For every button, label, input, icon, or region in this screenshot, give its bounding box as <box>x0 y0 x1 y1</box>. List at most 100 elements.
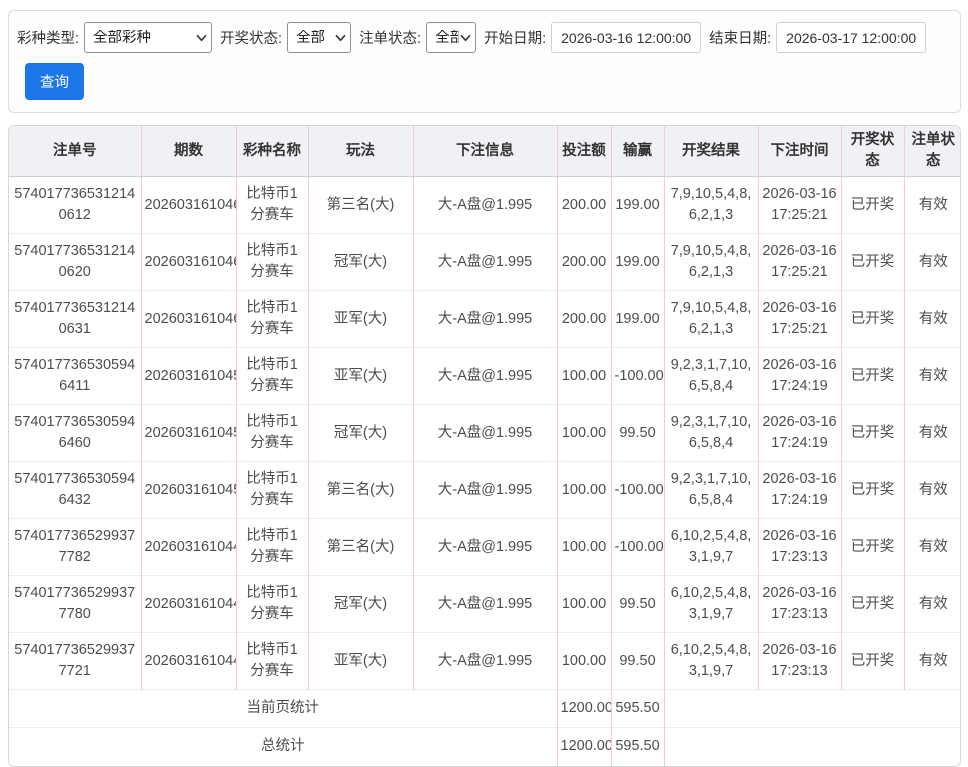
column-header-bet_time: 下注时间 <box>757 126 841 178</box>
cell-win_loss: 199.00 <box>610 176 664 234</box>
order-status-select[interactable]: 全部 <box>426 22 477 53</box>
cell-period: 202603161046 <box>140 233 236 291</box>
cell-draw_result: 7,9,10,5,4,8,6,2,1,3 <box>663 176 758 234</box>
lottery-type-label: 彩种类型: <box>17 31 80 47</box>
cell-bet_time: 2026-03-16 17:23:13 <box>757 518 841 576</box>
cell-bet_time: 2026-03-16 17:24:19 <box>757 461 841 519</box>
column-header-bet_amount: 投注额 <box>556 126 611 178</box>
column-header-draw_result: 开奖结果 <box>663 126 758 178</box>
cell-bet_time: 2026-03-16 17:25:21 <box>757 176 841 234</box>
cell-draw_result: 9,2,3,1,7,10,6,5,8,4 <box>663 347 758 405</box>
cell-order_id: 5740177365312140612 <box>14 186 136 224</box>
draw-status-label: 开奖状态: <box>220 31 283 47</box>
cell-period: 202603161045 <box>140 347 236 405</box>
cell-bet_amount: 200.00 <box>556 290 611 348</box>
cell-draw_status: 已开奖 <box>840 518 904 576</box>
cell-bet_amount: 200.00 <box>556 176 611 234</box>
table-row: 5740177365312140620 202603161046 比特币1分赛车 冠军… <box>9 233 960 291</box>
end-date-input[interactable] <box>776 22 927 53</box>
summary-win-loss: 595.50 <box>610 689 664 728</box>
column-header-lottery_name: 彩种名称 <box>235 126 308 178</box>
order-status-label: 注单状态: <box>359 31 422 47</box>
cell-play: 冠军(大) <box>307 404 413 462</box>
start-date-input[interactable] <box>551 22 702 53</box>
cell-draw_status: 已开奖 <box>840 632 904 690</box>
cell-lottery_name: 比特币1分赛车 <box>235 347 308 405</box>
cell-draw_result: 7,9,10,5,4,8,6,2,1,3 <box>663 233 758 291</box>
table-row: 5740177365299377721 202603161044 比特币1分赛车 亚军… <box>9 632 960 690</box>
cell-bet_amount: 100.00 <box>556 404 611 462</box>
cell-win_loss: -100.00 <box>610 461 664 519</box>
column-header-order_id: 注单号 <box>9 126 141 178</box>
cell-draw_status: 已开奖 <box>840 575 904 633</box>
cell-order_status: 有效 <box>903 233 960 291</box>
cell-bet_info: 大-A盘@1.995 <box>412 347 557 405</box>
cell-order_id: 5740177365299377721 <box>9 632 141 690</box>
cell-draw_status: 已开奖 <box>840 461 904 519</box>
cell-lottery_name: 比特币1分赛车 <box>235 518 308 576</box>
summary-empty <box>663 727 960 766</box>
cell-order_status: 有效 <box>903 632 960 690</box>
cell-draw_result: 6,10,2,5,4,8,3,1,9,7 <box>663 575 758 633</box>
draw-status-select[interactable]: 全部 <box>287 22 352 53</box>
cell-play: 第三名(大) <box>307 176 413 234</box>
cell-bet_info: 大-A盘@1.995 <box>412 461 557 519</box>
cell-win_loss: -100.00 <box>610 518 664 576</box>
summary-empty <box>663 689 960 728</box>
cell-draw_result: 6,10,2,5,4,8,3,1,9,7 <box>663 632 758 690</box>
cell-win_loss: 199.00 <box>610 233 664 291</box>
bets-table-container: 注单号 期数 彩种名称 玩法 下注信息 投注额 输赢 开奖结果 下注时间 开奖状态 注单状态 574… <box>8 125 961 767</box>
cell-draw_result: 6,10,2,5,4,8,3,1,9,7 <box>663 518 758 576</box>
cell-win_loss: 99.50 <box>610 404 664 462</box>
cell-bet_amount: 100.00 <box>556 518 611 576</box>
cell-order_id: 5740177365299377782 <box>9 518 141 576</box>
table-row: 5740177365305946460 202603161045 比特币1分赛车 冠军… <box>9 404 960 462</box>
cell-win_loss: 99.50 <box>610 575 664 633</box>
cell-bet_time: 2026-03-16 17:23:13 <box>757 575 841 633</box>
cell-lottery_name: 比特币1分赛车 <box>235 575 308 633</box>
cell-bet_time: 2026-03-16 17:25:21 <box>757 233 841 291</box>
cell-order_status: 有效 <box>903 404 960 462</box>
cell-play: 第三名(大) <box>307 461 413 519</box>
cell-order_id: 5740177365305946411 <box>9 347 141 405</box>
cell-play: 亚军(大) <box>307 290 413 348</box>
table-row: 5740177365312140612 202603161046 比特币1分赛车 第三… <box>9 176 960 234</box>
cell-draw_result: 7,9,10,5,4,8,6,2,1,3 <box>663 290 758 348</box>
cell-order_id: 5740177365312140620 <box>9 233 141 291</box>
cell-bet_time: 2026-03-16 17:24:19 <box>757 404 841 462</box>
filter-row: 彩种类型: 全部彩种 开奖状态: 全部 注单状态: 全部 开始日期: 2026-… <box>17 22 950 53</box>
cell-order_id: 5740177365305946432 <box>9 461 141 519</box>
cell-lottery_name: 比特币1分赛车 <box>235 461 308 519</box>
summary-label: 总统计 <box>9 727 557 766</box>
cell-order_status: 有效 <box>903 518 960 576</box>
cell-play: 冠军(大) <box>307 575 413 633</box>
cell-period: 202603161044 <box>140 518 236 576</box>
cell-bet_info: 大-A盘@1.995 <box>412 290 557 348</box>
table-row: 5740177365299377782 202603161044 比特币1分赛车 第三… <box>9 518 960 576</box>
lottery-type-select[interactable]: 全部彩种 <box>84 22 213 53</box>
cell-win_loss: 199.00 <box>610 290 664 348</box>
cell-period: 202603161044 <box>140 632 236 690</box>
query-button[interactable]: 查询 <box>25 63 84 100</box>
cell-win_loss: -100.00 <box>610 347 664 405</box>
cell-period: 202603161044 <box>140 575 236 633</box>
cell-order_id: 5740177365312140631 <box>9 290 141 348</box>
lottery-type-select-wrap: 全部彩种 <box>84 22 213 53</box>
column-header-draw_status: 开奖状态 <box>840 126 904 178</box>
column-header-period: 期数 <box>140 126 236 178</box>
cell-play: 亚军(大) <box>307 347 413 405</box>
cell-bet_time: 2026-03-16 17:23:13 <box>757 632 841 690</box>
table-row: 5740177365305946411 202603161045 比特币1分赛车 亚军… <box>9 347 960 405</box>
summary-row: 当前页统计 1200.00 595.50 <box>9 689 960 728</box>
cell-draw_result: 9,2,3,1,7,10,6,5,8,4 <box>663 461 758 519</box>
cell-bet_amount: 100.00 <box>556 461 611 519</box>
cell-bet_time: 2026-03-16 17:25:21 <box>757 290 841 348</box>
cell-order_status: 有效 <box>903 176 960 234</box>
cell-draw_result: 9,2,3,1,7,10,6,5,8,4 <box>663 404 758 462</box>
cell-bet_info: 大-A盘@1.995 <box>412 575 557 633</box>
cell-bet_amount: 100.00 <box>556 347 611 405</box>
summary-label: 当前页统计 <box>9 689 557 728</box>
table-body: 5740177365312140612 202603161046 比特币1分赛车 第三… <box>9 176 960 766</box>
cell-period: 202603161045 <box>140 404 236 462</box>
cell-draw_status: 已开奖 <box>840 290 904 348</box>
